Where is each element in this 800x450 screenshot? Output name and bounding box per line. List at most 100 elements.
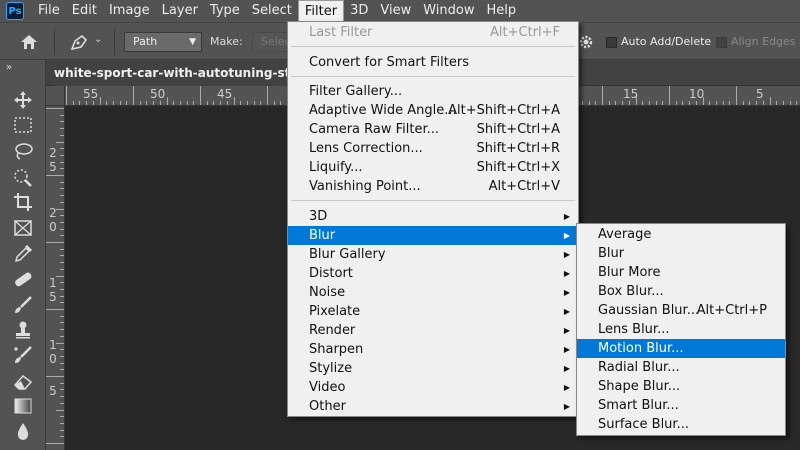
menu-item-video[interactable]: Video ▶ bbox=[288, 378, 578, 397]
align-edges-checkbox[interactable] bbox=[716, 37, 727, 48]
menu-item-shortcut: Shift+Ctrl+R bbox=[476, 141, 561, 156]
chevron-down-icon[interactable]: ⌄ bbox=[94, 34, 102, 45]
menu-item-label: Vanishing Point... bbox=[309, 179, 421, 194]
menu-item-sharpen[interactable]: Sharpen ▶ bbox=[288, 340, 578, 359]
menu-separator bbox=[291, 76, 575, 77]
blur-item-gaussian-blur[interactable]: Gaussian Blur... Alt+Ctrl+P bbox=[577, 301, 785, 320]
clone-stamp-tool-icon[interactable] bbox=[12, 320, 34, 340]
ruler-tick bbox=[60, 362, 64, 364]
menu-type[interactable]: Type bbox=[204, 0, 246, 22]
ruler-tick bbox=[60, 436, 64, 438]
lasso-tool-icon[interactable] bbox=[12, 141, 34, 161]
menu-image[interactable]: Image bbox=[103, 0, 156, 22]
menu-item-liquify[interactable]: Liquify... Shift+Ctrl+X bbox=[288, 158, 578, 177]
menu-view[interactable]: View bbox=[374, 0, 417, 22]
ruler-tick bbox=[56, 409, 64, 411]
ruler-tick bbox=[648, 101, 650, 105]
blur-item-average[interactable]: Average bbox=[577, 225, 785, 244]
menu-window[interactable]: Window bbox=[417, 0, 480, 22]
blur-item-radial-blur[interactable]: Radial Blur... bbox=[577, 358, 785, 377]
blur-item-blur[interactable]: Blur bbox=[577, 244, 785, 263]
menu-item-noise[interactable]: Noise ▶ bbox=[288, 283, 578, 302]
photoshop-logo-icon[interactable]: Ps bbox=[6, 2, 24, 20]
menu-item-last-filter[interactable]: Last Filter Alt+Ctrl+F bbox=[288, 23, 578, 42]
menu-item-lens-correction[interactable]: Lens Correction... Shift+Ctrl+R bbox=[288, 139, 578, 158]
tools-panel: » bbox=[0, 60, 46, 450]
menu-item-pixelate[interactable]: Pixelate ▶ bbox=[288, 302, 578, 321]
document-tab[interactable]: white-sport-car-with-autotuning-stripes bbox=[54, 60, 325, 86]
ruler-tick bbox=[60, 288, 64, 290]
menu-item-other[interactable]: Other ▶ bbox=[288, 397, 578, 416]
gradient-tool-icon[interactable] bbox=[12, 396, 34, 416]
menu-layer[interactable]: Layer bbox=[156, 0, 204, 22]
menu-item-adaptive-wide-angle[interactable]: Adaptive Wide Angle... Alt+Shift+Ctrl+A bbox=[288, 101, 578, 120]
home-icon[interactable] bbox=[18, 32, 40, 52]
submenu-arrow-icon: ▶ bbox=[563, 383, 570, 392]
quick-selection-tool-icon[interactable] bbox=[12, 167, 34, 187]
menu-item-label: Video bbox=[309, 380, 346, 395]
menu-item-convert-for-smart-filters[interactable]: Convert for Smart Filters bbox=[288, 53, 578, 72]
blur-item-surface-blur[interactable]: Surface Blur... bbox=[577, 415, 785, 434]
ruler-tick bbox=[220, 101, 222, 105]
menu-item-blur[interactable]: Blur ▶ bbox=[288, 226, 578, 245]
menu-3d[interactable]: 3D bbox=[344, 0, 374, 22]
ruler-tick bbox=[226, 101, 228, 105]
make-selection-button[interactable]: Selection... bbox=[252, 32, 288, 52]
ruler-tick bbox=[60, 181, 64, 183]
menu-item-filter-gallery[interactable]: Filter Gallery... bbox=[288, 82, 578, 101]
menu-item-render[interactable]: Render ▶ bbox=[288, 321, 578, 340]
blur-tool-icon[interactable] bbox=[12, 421, 34, 441]
filter-menu: Last Filter Alt+Ctrl+F Convert for Smart F… bbox=[287, 21, 579, 417]
ruler-tick bbox=[60, 201, 64, 203]
gear-icon[interactable] bbox=[578, 34, 594, 50]
ruler-tick bbox=[60, 228, 64, 230]
brush-tool-icon[interactable] bbox=[12, 295, 34, 315]
menu-item-3d[interactable]: 3D ▶ bbox=[288, 207, 578, 226]
vertical-ruler[interactable]: 2 5 2 0 1 5 1 0 5 bbox=[46, 106, 65, 450]
blur-item-shape-blur[interactable]: Shape Blur... bbox=[577, 377, 785, 396]
ruler-tick bbox=[193, 101, 195, 105]
healing-brush-tool-icon[interactable] bbox=[12, 269, 34, 289]
move-tool-icon[interactable] bbox=[12, 90, 34, 110]
menu-item-stylize[interactable]: Stylize ▶ bbox=[288, 359, 578, 378]
menu-item-blur-gallery[interactable]: Blur Gallery ▶ bbox=[288, 245, 578, 264]
menu-file[interactable]: File bbox=[32, 0, 66, 22]
blur-item-motion-blur[interactable]: Motion Blur... bbox=[577, 339, 785, 358]
history-brush-tool-icon[interactable] bbox=[12, 345, 34, 365]
menu-select[interactable]: Select bbox=[246, 0, 298, 22]
ruler-label: 50 bbox=[150, 87, 166, 101]
auto-add-delete-checkbox[interactable] bbox=[606, 37, 617, 48]
ruler-tick bbox=[179, 101, 181, 105]
frame-tool-icon[interactable] bbox=[12, 218, 34, 238]
crop-tool-icon[interactable] bbox=[12, 192, 34, 212]
ruler-tick bbox=[60, 335, 64, 337]
ruler-label: 2 5 bbox=[49, 146, 57, 174]
eyedropper-tool-icon[interactable] bbox=[12, 243, 34, 263]
menu-edit[interactable]: Edit bbox=[66, 0, 103, 22]
menu-help[interactable]: Help bbox=[481, 0, 523, 22]
pen-tool-icon[interactable] bbox=[68, 32, 90, 52]
ruler-tick bbox=[60, 221, 64, 223]
ruler-tick bbox=[60, 215, 64, 217]
make-label: Make: bbox=[210, 35, 243, 48]
menu-item-camera-raw-filter[interactable]: Camera Raw Filter... Shift+Ctrl+A bbox=[288, 120, 578, 139]
menu-item-label: Other bbox=[309, 399, 346, 414]
menu-item-vanishing-point[interactable]: Vanishing Point... Alt+Ctrl+V bbox=[288, 177, 578, 196]
menu-separator bbox=[291, 46, 575, 47]
pen-mode-select[interactable]: Path ▼ bbox=[124, 32, 202, 52]
menu-item-shortcut: Shift+Ctrl+A bbox=[476, 122, 560, 137]
ruler-tick bbox=[60, 295, 64, 297]
menu-filter[interactable]: Filter bbox=[297, 0, 345, 22]
blur-item-blur-more[interactable]: Blur More bbox=[577, 263, 785, 282]
menu-item-distort[interactable]: Distort ▶ bbox=[288, 264, 578, 283]
blur-item-box-blur[interactable]: Box Blur... bbox=[577, 282, 785, 301]
eraser-tool-icon[interactable] bbox=[12, 371, 34, 391]
menu-item-label: Camera Raw Filter... bbox=[309, 122, 440, 137]
ruler-tick bbox=[119, 101, 121, 105]
marquee-tool-icon[interactable] bbox=[12, 115, 34, 135]
ruler-tick bbox=[60, 402, 64, 404]
blur-item-lens-blur[interactable]: Lens Blur... bbox=[577, 320, 785, 339]
collapse-panel-icon[interactable]: » bbox=[6, 62, 12, 73]
ruler-tick bbox=[60, 121, 64, 123]
blur-item-smart-blur[interactable]: Smart Blur... bbox=[577, 396, 785, 415]
